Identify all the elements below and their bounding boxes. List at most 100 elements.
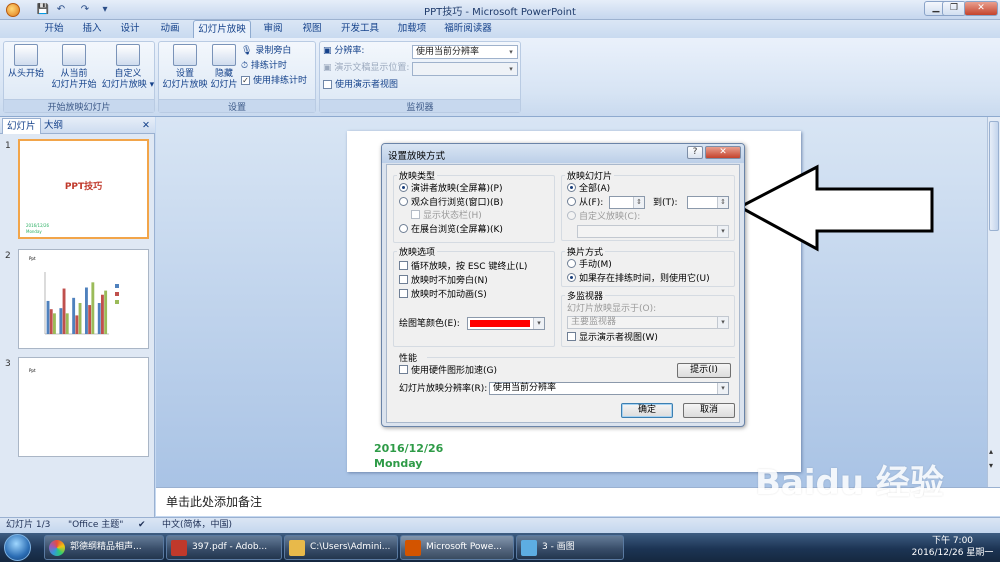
task-item[interactable]: 郭德纲精品相声... [44,535,164,560]
spinner-icon[interactable]: ⇕ [633,197,644,208]
chart-bar [91,282,95,334]
legend-swatch [115,300,119,304]
show-slides-label: 放映幻灯片 [565,169,615,182]
show-on-select[interactable]: 主要监视器 ▾ [567,316,729,329]
spellcheck-icon[interactable]: ✔ [138,518,146,533]
task-item-powerpoint[interactable]: Microsoft Powe... [400,535,514,560]
language[interactable]: 中文(简体，中国) [162,518,232,533]
monitor-icon: ▣ [323,63,332,73]
chart-bar [104,290,108,334]
tab-animations[interactable]: 动画 [152,20,188,38]
custom-slideshow-button[interactable]: 自定义 幻灯片放映 ▾ [100,44,156,91]
cancel-button[interactable]: 取消 [683,403,735,418]
chart-bar [49,309,53,334]
pdf-icon [171,540,187,556]
hide-slide-button[interactable]: 隐藏 幻灯片 [209,44,239,91]
chart-bar [85,287,88,334]
setup-icon [173,44,197,66]
presenter-view-checkbox[interactable]: 显示演示者视图(W) [567,332,658,344]
thumb-day: Monday [26,229,42,234]
custom-show-radio[interactable]: 自定义放映(C): [567,211,640,223]
chart-bar [59,308,63,334]
chart-bar [75,315,79,334]
slide-thumbnail-2[interactable]: Ppt [18,249,149,349]
manual-radio[interactable]: 手动(M) [567,259,612,271]
chart-bar [97,303,101,334]
close-button[interactable]: ✕ [964,1,998,16]
tab-foxit[interactable]: 福昕阅读器 [438,20,498,38]
checkmark-icon: ✓ [241,76,250,85]
powerpoint-icon [405,540,421,556]
loop-checkbox[interactable]: 循环放映，按 ESC 键终止(L) [399,261,527,273]
chevron-up-icon[interactable]: ▴ [989,447,993,456]
browsed-window-radio[interactable]: 观众自行浏览(窗口)(B) [399,197,503,209]
all-slides-radio[interactable]: 全部(A) [567,183,610,195]
advance-label: 换片方式 [565,245,606,258]
tab-addins[interactable]: 加载项 [392,20,432,38]
use-timings-radio[interactable]: 如果存在排练时间，则使用它(U) [567,273,710,285]
window-title: PPT技巧 - Microsoft PowerPoint [424,7,576,18]
tab-slides[interactable]: 幻灯片 [2,118,41,134]
tab-home[interactable]: 开始 [36,20,72,38]
resolution-label: ▣ 分辨率: [323,46,365,56]
show-on-select[interactable]: ▾ [412,62,518,76]
task-item[interactable]: 3 - 画图 [516,535,624,560]
presenter-radio[interactable]: 演讲者放映(全屏幕)(P) [399,183,502,195]
custom-show-select[interactable]: ▾ [577,225,729,238]
presenter-view-checkbox[interactable]: 使用演示者视图 [323,79,398,92]
slide-thumbnail-1[interactable]: PPT技巧 2016/12/26 Monday [18,139,149,239]
rehearse-timings-button[interactable]: ⏱ 排练计时 [241,60,287,73]
chevron-down-icon: ▾ [717,383,728,394]
help-button[interactable]: ? [687,146,703,159]
group-monitors: ▣ 分辨率: 使用当前分辨率 ▾ ▣ 演示文稿显示位置: ▾ 使用演示者视图 监视… [319,41,521,113]
kiosk-radio[interactable]: 在展台浏览(全屏幕)(K) [399,224,503,236]
maximize-button[interactable]: ❐ [942,1,966,16]
chevron-down-icon[interactable]: ▾ [989,461,993,470]
show-statusbar-checkbox[interactable]: 显示状态栏(H) [411,210,482,222]
tab-view[interactable]: 视图 [294,20,330,38]
dialog-body: 放映类型 演讲者放映(全屏幕)(P) 观众自行浏览(窗口)(B) 显示状态栏(H… [386,164,740,423]
task-item[interactable]: C:\Users\Admini... [284,535,398,560]
chart-bar [62,288,66,334]
no-animation-checkbox[interactable]: 放映时不加动画(S) [399,289,487,301]
clock-date: 2016/12/26 星期一 [911,548,994,558]
slide-day: Monday [374,457,423,470]
clock[interactable]: 下午 7:00 2016/12/26 星期一 [905,535,1000,559]
task-item[interactable]: 397.pdf - Adob... [166,535,282,560]
no-narration-checkbox[interactable]: 放映时不加旁白(N) [399,275,488,287]
ribbon-tabs: 开始 插入 设计 动画 幻灯片放映 审阅 视图 开发工具 加载项 福昕阅读器 [0,20,1000,39]
ok-button[interactable]: 确定 [621,403,673,418]
record-narration-button[interactable]: 🎙 录制旁白 [241,45,291,58]
slide-thumbnail-3[interactable]: Ppt [18,357,149,457]
setup-slideshow-button[interactable]: 设置 幻灯片放映 [161,44,209,91]
watermark-url: jingyan.baidu.com [770,497,890,512]
from-input[interactable]: ⇕ [609,196,645,209]
projector-icon [62,44,86,66]
to-input[interactable]: ⇕ [687,196,729,209]
spinner-icon[interactable]: ⇕ [717,197,728,208]
pen-color-label: 绘图笔颜色(E): [399,319,460,329]
tab-review[interactable]: 审阅 [256,20,290,38]
pen-color-picker[interactable]: ▾ [467,317,545,330]
use-timings-checkbox[interactable]: ✓ 使用排练计时 [241,75,307,88]
tips-button[interactable]: 提示(I) [677,363,731,378]
scroll-thumb[interactable] [989,121,999,231]
dialog-close-button[interactable]: ✕ [705,146,741,159]
pane-close-icon[interactable]: ✕ [138,118,154,134]
start-button[interactable] [4,534,31,561]
resolution-select[interactable]: 使用当前分辨率 ▾ [489,382,729,395]
bar-chart [44,272,119,335]
group-setup: 设置 幻灯片放映 隐藏 幻灯片 🎙 录制旁白 ⏱ 排练计时 ✓ 使用排练计时 设置 [158,41,316,113]
resolution-select[interactable]: 使用当前分辨率 ▾ [412,45,518,59]
tab-developer[interactable]: 开发工具 [336,20,384,38]
tab-outline[interactable]: 大纲 [40,118,67,134]
tab-insert[interactable]: 插入 [74,20,110,38]
from-radio[interactable]: 从(F): [567,197,603,209]
from-current-button[interactable]: 从当前 幻灯片开始 [48,44,100,91]
hardware-accel-checkbox[interactable]: 使用硬件图形加速(G) [399,365,497,377]
from-beginning-button[interactable]: 从头开始 [6,44,46,80]
tab-slideshow[interactable]: 幻灯片放映 [193,20,251,39]
tab-design[interactable]: 设计 [112,20,148,38]
multi-monitor-label: 多监视器 [565,289,606,302]
vertical-scrollbar[interactable]: ▴ ▾ [987,117,1000,487]
